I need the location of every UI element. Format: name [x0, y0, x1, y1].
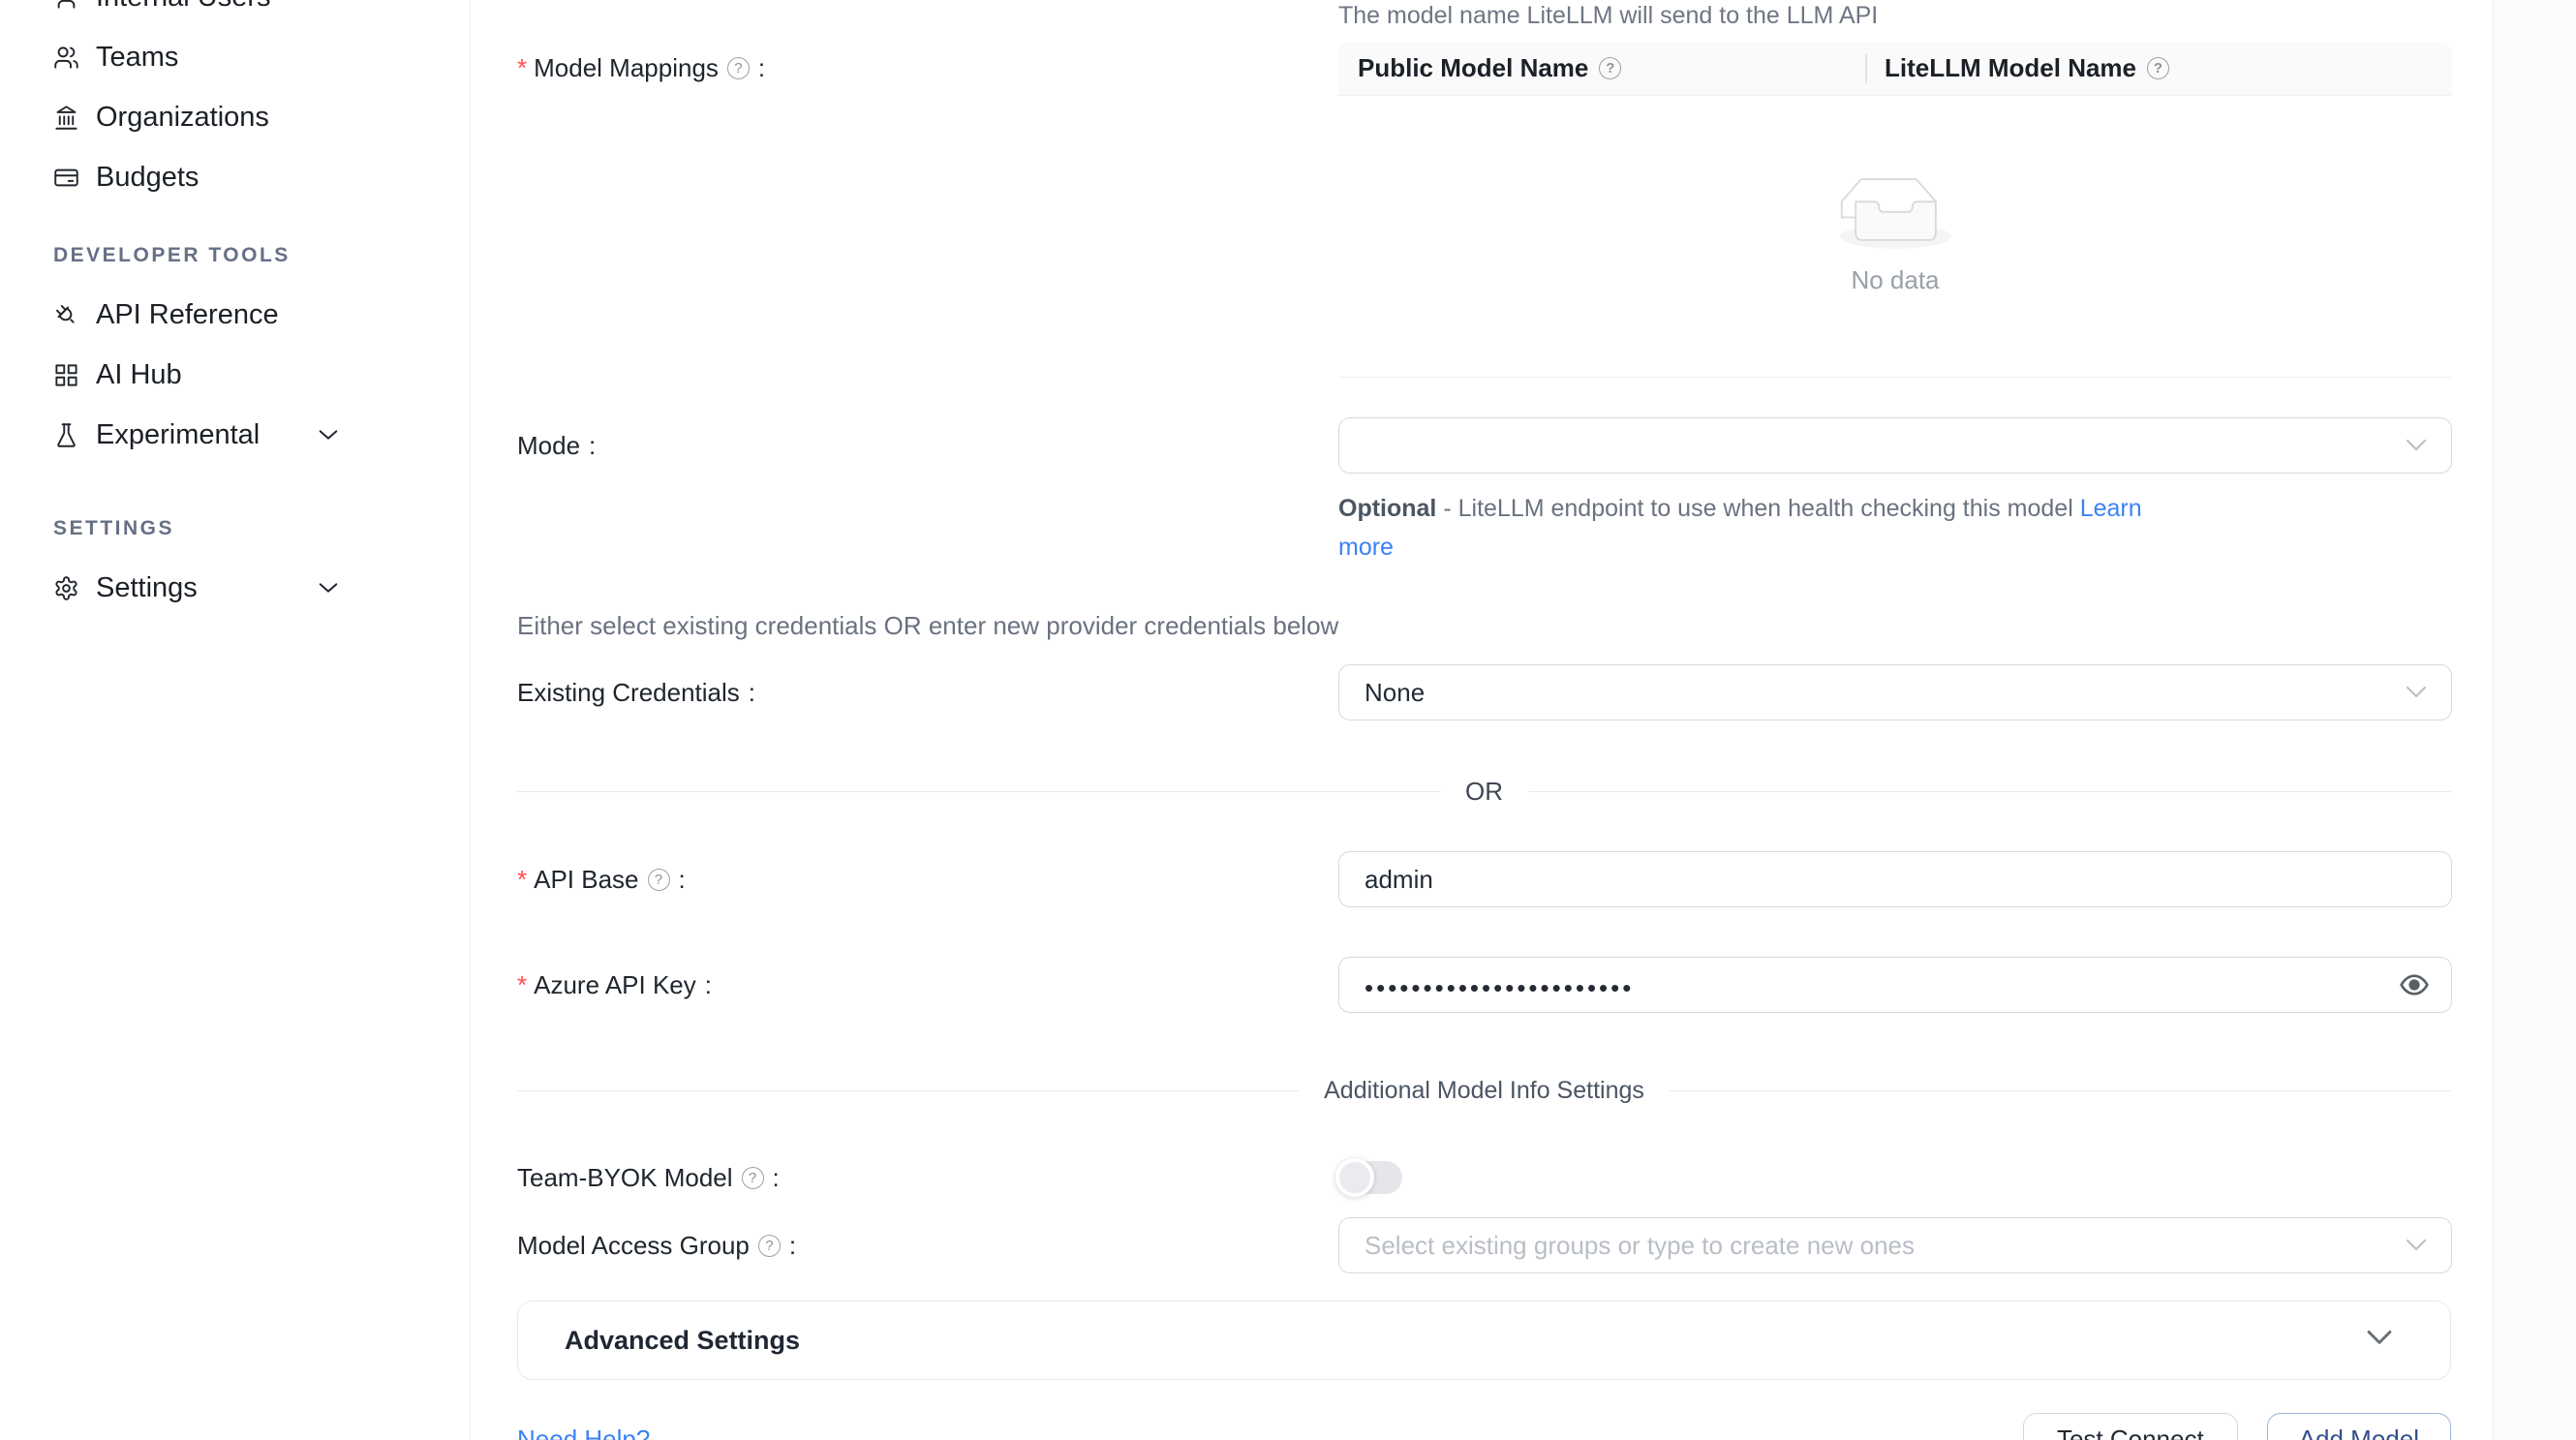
sidebar-item-ai-hub[interactable]: AI Hub — [0, 345, 470, 405]
grid-icon — [53, 362, 79, 388]
team-byok-toggle[interactable] — [1338, 1161, 1402, 1194]
column-header-litellm-model-name: LiteLLM Model Name ? — [1865, 42, 2452, 95]
chevron-down-icon — [2405, 439, 2428, 452]
right-background-strip — [2494, 0, 2576, 1440]
credentials-hint: Either select existing credentials OR en… — [517, 611, 2451, 641]
team-byok-label: Team-BYOK Model ? : — [517, 1163, 1338, 1193]
model-access-group-select[interactable]: Select existing groups or type to create… — [1338, 1217, 2452, 1273]
sidebar: Internal Users Teams Organizations Budge… — [0, 0, 471, 1440]
no-data-text: No data — [1851, 265, 1939, 295]
credit-card-icon — [53, 165, 79, 191]
sidebar-item-budgets[interactable]: Budgets — [0, 147, 470, 207]
sidebar-item-label: Teams — [96, 42, 431, 74]
required-asterisk: * — [517, 970, 527, 1000]
bank-icon — [53, 105, 79, 131]
sidebar-item-label: Settings — [96, 572, 318, 604]
existing-credentials-value: None — [1365, 678, 1425, 708]
sidebar-item-teams[interactable]: Teams — [0, 27, 470, 87]
add-model-form: The model name LiteLLM will send to the … — [471, 0, 2494, 1440]
sidebar-item-api-reference[interactable]: API Reference — [0, 285, 470, 345]
api-base-input[interactable] — [1338, 851, 2452, 907]
user-icon — [53, 0, 79, 11]
masked-password-value: ••••••••••••••••••••••• — [1365, 969, 1634, 1000]
model-access-group-label: Model Access Group ? : — [517, 1231, 1338, 1261]
learn-more-link[interactable]: Learn — [2080, 495, 2142, 522]
advanced-settings-panel[interactable]: Advanced Settings — [517, 1301, 2451, 1380]
page: Internal Users Teams Organizations Budge… — [0, 0, 2576, 1440]
help-icon[interactable]: ? — [758, 1235, 781, 1257]
sidebar-item-organizations[interactable]: Organizations — [0, 87, 470, 147]
help-icon[interactable]: ? — [727, 57, 750, 79]
sidebar-item-label: API Reference — [96, 299, 431, 331]
help-icon[interactable]: ? — [1599, 57, 1621, 79]
gear-icon — [53, 575, 79, 601]
mode-help-text: Optional - LiteLLM endpoint to use when … — [1338, 489, 2452, 567]
additional-settings-divider: Additional Model Info Settings — [517, 1077, 2451, 1105]
eye-icon[interactable] — [2399, 969, 2430, 1000]
chevron-down-icon — [2365, 1330, 2394, 1351]
need-help-link[interactable]: Need Help? — [517, 1425, 650, 1440]
toggle-knob — [1335, 1158, 1374, 1197]
azure-api-key-input[interactable]: ••••••••••••••••••••••• — [1338, 957, 2452, 1013]
or-divider: OR — [517, 777, 2451, 807]
sidebar-item-internal-users[interactable]: Internal Users — [0, 0, 470, 27]
plug-icon — [53, 302, 79, 328]
table-header-row: Public Model Name ? LiteLLM Model Name ? — [1338, 42, 2452, 96]
sidebar-item-label: AI Hub — [96, 359, 431, 391]
sidebar-item-experimental[interactable]: Experimental — [0, 405, 470, 465]
learn-more-link[interactable]: more — [1338, 534, 1394, 561]
flask-icon — [53, 422, 79, 448]
sidebar-section-developer-tools: DEVELOPER TOOLS — [0, 244, 470, 267]
help-icon[interactable]: ? — [648, 869, 670, 891]
sidebar-item-label: Internal Users — [96, 0, 431, 14]
existing-credentials-label: Existing Credentials : — [517, 678, 1338, 708]
chevron-down-icon — [318, 424, 339, 445]
add-model-button[interactable]: Add Model — [2267, 1413, 2451, 1440]
api-base-label: * API Base ? : — [517, 865, 1338, 895]
advanced-settings-title: Advanced Settings — [565, 1326, 800, 1356]
required-asterisk: * — [517, 53, 527, 83]
sidebar-item-label: Experimental — [96, 419, 318, 451]
chevron-down-icon — [318, 577, 339, 598]
sidebar-item-label: Organizations — [96, 102, 431, 134]
chevron-down-icon — [2405, 686, 2428, 699]
model-mappings-table: Public Model Name ? LiteLLM Model Name ?… — [1338, 42, 2452, 378]
sidebar-item-label: Budgets — [96, 162, 431, 194]
required-asterisk: * — [517, 865, 527, 895]
mode-select[interactable] — [1338, 417, 2452, 474]
help-icon[interactable]: ? — [2147, 57, 2169, 79]
model-mappings-label: * Model Mappings ? : — [517, 30, 1338, 83]
sidebar-item-settings[interactable]: Settings — [0, 558, 470, 618]
chevron-down-icon — [2405, 1239, 2428, 1252]
users-icon — [53, 45, 79, 71]
sidebar-section-settings: SETTINGS — [0, 517, 470, 540]
model-access-group-placeholder: Select existing groups or type to create… — [1365, 1231, 1915, 1261]
column-header-public-model-name: Public Model Name ? — [1338, 42, 1865, 95]
table-empty-state: No data — [1338, 96, 2452, 378]
mode-label: Mode : — [517, 431, 1338, 461]
empty-inbox-icon — [1840, 177, 1951, 254]
model-mappings-hint: The model name LiteLLM will send to the … — [1338, 2, 2452, 30]
test-connect-button[interactable]: Test Connect — [2023, 1413, 2238, 1440]
help-icon[interactable]: ? — [742, 1167, 764, 1189]
azure-api-key-label: * Azure API Key : — [517, 970, 1338, 1000]
existing-credentials-select[interactable]: None — [1338, 664, 2452, 720]
